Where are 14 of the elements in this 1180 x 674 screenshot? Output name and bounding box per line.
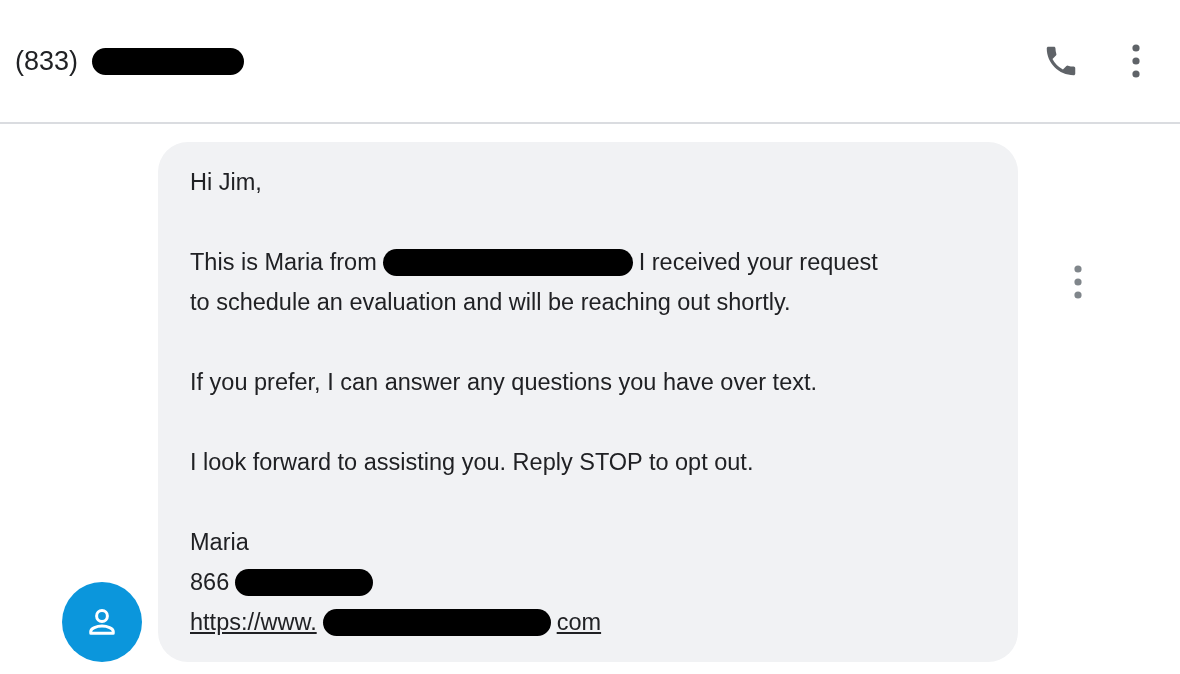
message-more-icon[interactable] xyxy=(1074,265,1082,299)
message-text: If you prefer, I can answer any questions you have over text. xyxy=(190,368,818,397)
message-text: to schedule an evaluation and will be reaching out shortly. xyxy=(190,288,791,317)
more-icon[interactable] xyxy=(1132,44,1140,78)
message-text: 866 xyxy=(190,568,230,597)
message-text: com xyxy=(556,608,602,637)
website-link[interactable]: https://www. com xyxy=(190,602,602,642)
message-text: https://www. xyxy=(190,608,317,637)
message-text: (833) xyxy=(15,45,79,77)
message-text: I look forward to assisting you. Reply STOP to opt out. xyxy=(190,448,754,477)
message-text: I received your request xyxy=(638,248,878,277)
message-text: Maria xyxy=(190,528,249,557)
message-text: This is Maria from xyxy=(190,248,377,277)
message-text: Hi Jim, xyxy=(190,168,262,197)
